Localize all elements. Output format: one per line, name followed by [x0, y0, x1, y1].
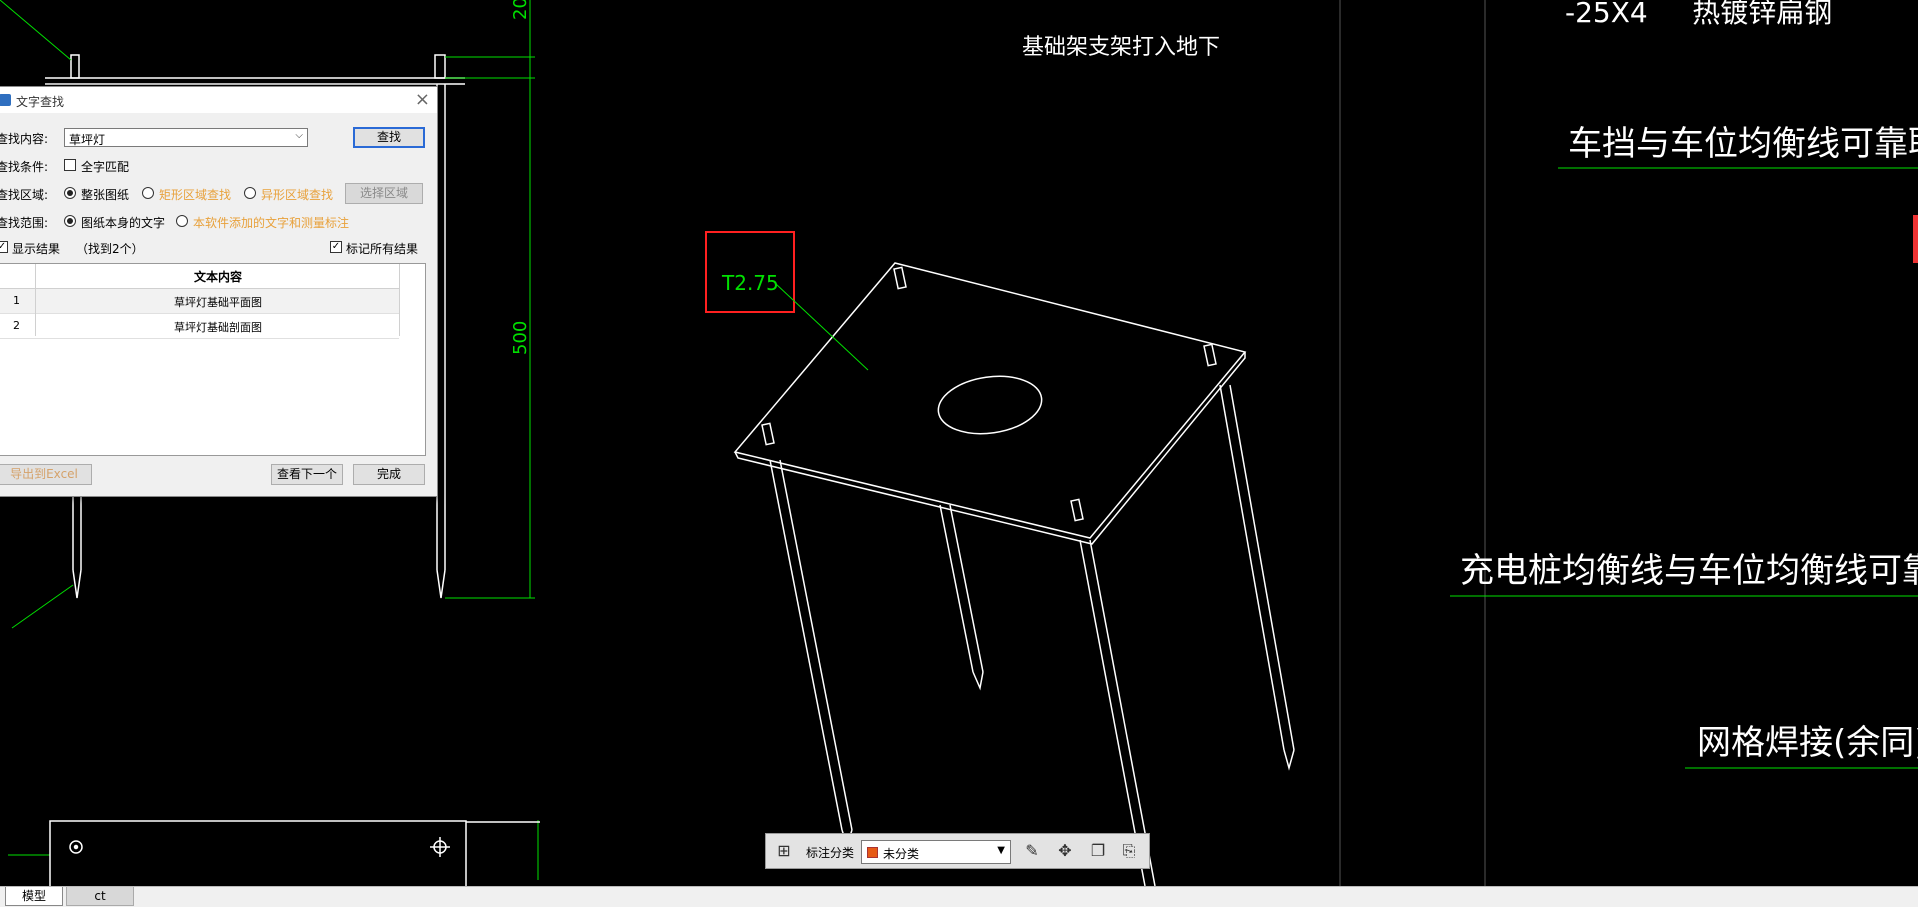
dropdown-arrow-icon[interactable]: ▼: [997, 845, 1005, 856]
find-content-combo[interactable]: 草坪灯 ⌵: [64, 128, 308, 147]
area-radio-shape[interactable]: [244, 187, 256, 199]
category-select[interactable]: 未分类 ▼: [861, 840, 1011, 864]
column-header-text: 文本内容: [193, 270, 242, 284]
elevation-label: T2.75: [721, 271, 779, 295]
scope-radio-drawing[interactable]: [64, 215, 76, 227]
tab-model[interactable]: 模型: [5, 887, 63, 906]
app-icon: [0, 94, 11, 106]
dialog-titlebar[interactable]: 文字查找 ×: [0, 87, 437, 113]
category-color-swatch: [867, 847, 878, 858]
close-icon[interactable]: ×: [415, 89, 430, 110]
view-next-button[interactable]: 查看下一个: [271, 464, 343, 485]
find-content-value: 草坪灯: [69, 133, 106, 147]
select-area-button[interactable]: 选择区域: [345, 183, 423, 204]
move-icon[interactable]: ✥: [1055, 841, 1075, 861]
done-button[interactable]: 完成: [353, 464, 425, 485]
row-text: 草坪灯基础平面图: [174, 296, 262, 309]
category-label: 标注分类: [806, 846, 855, 860]
find-content-label: 查找内容:: [0, 132, 49, 146]
condition-label: 查找条件:: [0, 160, 49, 174]
found-count: （找到2个）: [76, 242, 144, 256]
row-text: 草坪灯基础剖面图: [174, 321, 262, 334]
edit-icon[interactable]: ✎: [1022, 841, 1042, 861]
category-value: 未分类: [883, 847, 920, 861]
scope-radio-added[interactable]: [176, 215, 188, 227]
scroll-marker: [1913, 215, 1918, 263]
text-search-dialog: 文字查找 × 查找内容: 草坪灯 ⌵ 查找 查找条件: 全字匹配 查找区域: 整…: [0, 86, 438, 497]
dim-500-label: 500: [510, 321, 531, 355]
row-number: 2: [13, 319, 20, 332]
dialog-title: 文字查找: [16, 95, 65, 109]
export-excel-button[interactable]: 导出到Excel: [0, 464, 92, 485]
mark-all-label: 标记所有结果: [346, 242, 419, 256]
grid-icon[interactable]: ⊞: [774, 841, 794, 861]
results-table[interactable]: 文本内容 1 草坪灯基础平面图 2 草坪灯基础剖面图: [0, 263, 426, 456]
annotation-toolbar: ⊞ 标注分类 未分类 ▼ ✎ ✥ ❐ ⎘: [765, 833, 1150, 869]
elevation-leader: [775, 283, 869, 371]
row-number: 1: [13, 294, 20, 307]
scope-option-drawing: 图纸本身的文字: [81, 216, 166, 230]
area-radio-whole[interactable]: [64, 187, 76, 199]
note-bumper-weld: 车挡与车位均衡线可靠联结焊: [1568, 124, 1918, 164]
table-row[interactable]: 2 草坪灯基础剖面图: [0, 314, 399, 339]
scope-label: 查找范围:: [0, 216, 49, 230]
copy-icon[interactable]: ❐: [1088, 841, 1108, 861]
whole-word-label: 全字匹配: [81, 160, 130, 174]
mark-all-checkbox[interactable]: ✓: [330, 241, 342, 253]
dim-20-label: 20: [510, 0, 531, 20]
foundation-box: [49, 820, 540, 886]
column-divider: [35, 264, 36, 336]
column-divider: [399, 264, 400, 336]
area-label: 查找区域:: [0, 188, 49, 202]
chevron-down-icon[interactable]: ⌵: [295, 130, 303, 141]
find-button[interactable]: 查找: [353, 127, 425, 148]
results-table-header: 文本内容: [0, 264, 399, 289]
show-results-checkbox[interactable]: ✓: [0, 241, 8, 253]
note-grid-weld: 网格焊接(余同): [1697, 723, 1918, 763]
isometric-frame: [733, 262, 1295, 886]
note-charger-weld: 充电桩均衡线与车位均衡线可靠联结焊: [1460, 551, 1918, 591]
layout-tabs-bar: 模型 ct: [0, 886, 1918, 907]
tab-layout-ct[interactable]: ct: [66, 887, 134, 906]
paste-icon[interactable]: ⎘: [1119, 841, 1139, 861]
select-area-label: 选择区域: [359, 186, 408, 200]
steel-spec-note: -25X4 热镀锌扁钢: [1565, 0, 1832, 29]
area-option-whole: 整张图纸: [81, 188, 130, 202]
whole-word-checkbox[interactable]: [64, 159, 76, 171]
area-radio-rect[interactable]: [142, 187, 154, 199]
header-note: 基础架支架打入地下: [1022, 35, 1220, 60]
area-option-shape: 异形区域查找: [261, 188, 334, 202]
table-row[interactable]: 1 草坪灯基础平面图: [0, 289, 399, 314]
scope-option-added: 本软件添加的文字和测量标注: [193, 216, 350, 230]
area-option-rect: 矩形区域查找: [159, 188, 232, 202]
show-results-label: 显示结果: [12, 242, 61, 256]
